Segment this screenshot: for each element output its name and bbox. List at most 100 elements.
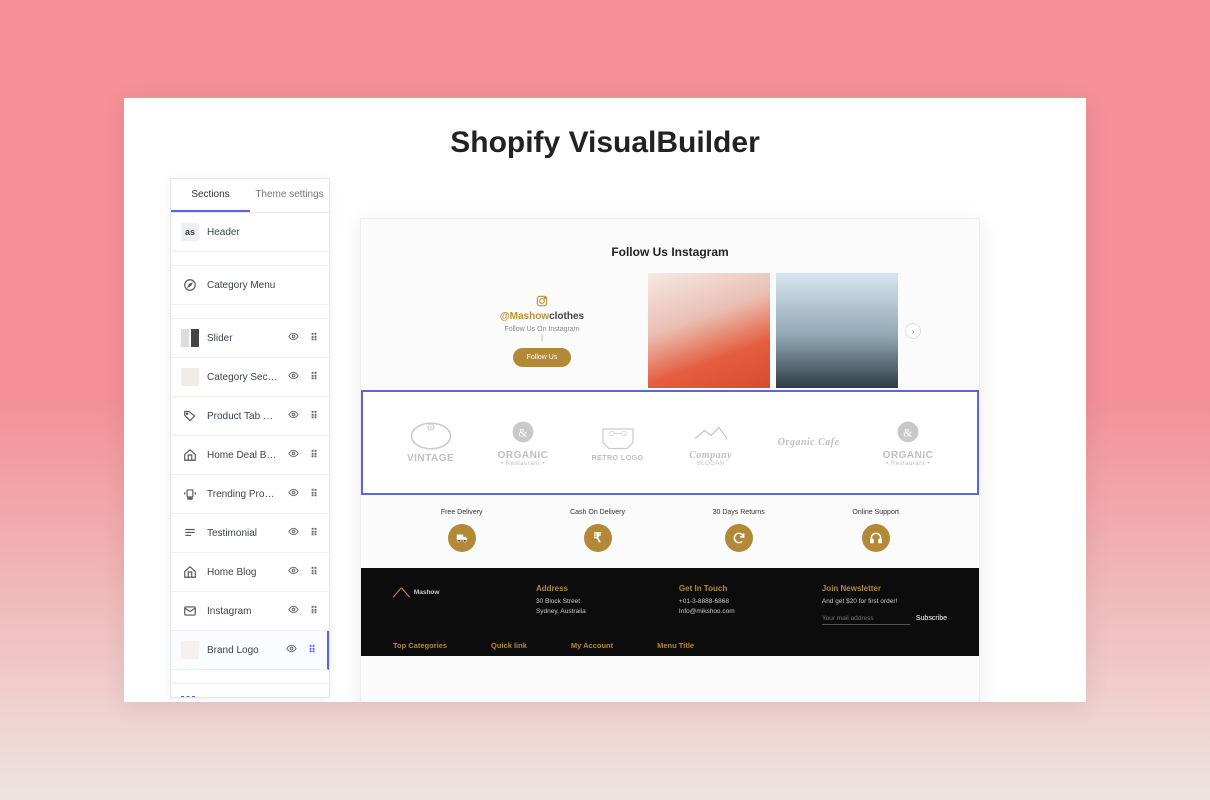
section-brand-logo[interactable]: Brand Logo ⠿ (171, 631, 329, 670)
instagram-cta: @Mashowclothes Follow Us On Instagram | … (442, 294, 642, 367)
brand-logo: ⟋⟍ Mashow (393, 584, 496, 602)
brand-sub: SLOGAN (697, 461, 725, 467)
eye-icon[interactable] (287, 370, 299, 384)
drag-handle-icon[interactable]: ⠿ (307, 372, 319, 383)
preview-wrap: Follow Us Instagram @Mashowclothes Follo… (360, 178, 1074, 692)
section-label: Category Section (207, 372, 279, 383)
section-list: as Header Category Menu Slider ⠿ (171, 213, 329, 698)
tab-theme-settings[interactable]: Theme settings (250, 179, 329, 212)
section-category-menu[interactable]: Category Menu (171, 266, 329, 305)
brand-name: Company (687, 450, 735, 461)
eye-icon[interactable] (287, 604, 299, 618)
section-header[interactable]: as Header (171, 213, 329, 252)
truck-icon (448, 524, 476, 552)
footer-newsletter-col: Join Newsletter And get $20 for first or… (822, 584, 947, 625)
headphones-icon (862, 524, 890, 552)
mail-icon (181, 602, 199, 620)
section-home-deal-banner[interactable]: Home Deal Ban... ⠿ (171, 436, 329, 475)
brand-logo-4: Company SLOGAN (687, 418, 735, 467)
footer-row-2: Top Categories Quick link My Account Men… (393, 641, 947, 650)
brand-name: VINTAGE (407, 453, 455, 464)
follow-button[interactable]: Follow Us (513, 348, 572, 367)
tab-sections[interactable]: Sections (171, 179, 250, 212)
section-label: Product Tab Slider (207, 411, 279, 422)
home-icon (181, 563, 199, 581)
drag-handle-icon[interactable]: ⠿ (307, 333, 319, 344)
divider (171, 305, 329, 319)
drag-handle-icon[interactable]: ⠿ (307, 411, 319, 422)
contact-phone: +01-3-8888-6868 (679, 597, 782, 607)
feature-cod: Cash On Delivery ₹ (570, 509, 625, 552)
section-label: Trending Produc... (207, 489, 279, 500)
footer-link-menu-title[interactable]: Menu Title (657, 641, 694, 650)
category-thumb-icon (181, 368, 199, 386)
brand-name: Organic Cafe (778, 437, 840, 448)
eye-icon[interactable] (287, 331, 299, 345)
home-icon (181, 446, 199, 464)
instagram-photo-2[interactable] (776, 273, 898, 388)
section-label: Slider (207, 333, 279, 344)
add-section-button[interactable]: + Add section (171, 684, 329, 698)
instagram-section-title: Follow Us Instagram (361, 219, 979, 273)
address-title: Address (536, 584, 639, 593)
carousel-next-button[interactable]: › (905, 323, 921, 339)
subscribe-button[interactable]: Subscribe (916, 613, 947, 625)
instagram-subtext: Follow Us On Instagram (442, 326, 642, 333)
eye-icon[interactable] (287, 487, 299, 501)
preview-frame: Follow Us Instagram @Mashowclothes Follo… (360, 218, 980, 702)
section-label: Home Blog (207, 567, 279, 578)
section-testimonial[interactable]: Testimonial ⠿ (171, 514, 329, 553)
brand-logo-strip[interactable]: VINTAGE & ORGANIC • Restaurant • RETRO L… (361, 390, 979, 495)
brand-sub: • Restaurant • (886, 461, 930, 467)
feature-label: 30 Days Returns (713, 509, 765, 516)
footer-link-top-categories[interactable]: Top Categories (393, 641, 447, 650)
address-line-1: 30 Block Street (536, 597, 639, 607)
eye-icon[interactable] (287, 565, 299, 579)
feature-support: Online Support (852, 509, 899, 552)
section-slider[interactable]: Slider ⠿ (171, 319, 329, 358)
eye-icon[interactable] (285, 643, 297, 657)
divider (171, 670, 329, 684)
drag-handle-icon[interactable]: ⠿ (307, 606, 319, 617)
section-label: Testimonial (207, 528, 279, 539)
email-field[interactable] (822, 613, 910, 625)
features-row: Free Delivery Cash On Delivery ₹ 30 Days… (361, 495, 979, 568)
plus-icon: + (181, 696, 195, 698)
feature-label: Cash On Delivery (570, 509, 625, 516)
footer-link-quick-link[interactable]: Quick link (491, 641, 527, 650)
instagram-handle: @Mashowclothes (442, 311, 642, 322)
newsletter-title: Join Newsletter (822, 584, 947, 593)
section-home-blog[interactable]: Home Blog ⠿ (171, 553, 329, 592)
tag-icon (181, 407, 199, 425)
drag-handle-icon[interactable]: ⠿ (307, 450, 319, 461)
carousel-icon (181, 485, 199, 503)
drag-handle-icon[interactable]: ⠿ (307, 567, 319, 578)
section-label: Brand Logo (207, 645, 277, 656)
brand-logo-6: & ORGANIC • Restaurant • (883, 418, 934, 467)
footer-brand-col: ⟋⟍ Mashow (393, 584, 496, 625)
rupee-icon: ₹ (584, 524, 612, 552)
drag-handle-icon[interactable]: ⠿ (307, 489, 319, 500)
feature-label: Online Support (852, 509, 899, 516)
refresh-icon (725, 524, 753, 552)
footer-link-my-account[interactable]: My Account (571, 641, 613, 650)
brand-name: RETRO LOGO (591, 455, 643, 462)
brand-logo-1: VINTAGE (407, 421, 455, 464)
instagram-photo-1[interactable] (648, 273, 770, 388)
section-product-tab-slider[interactable]: Product Tab Slider ⠿ (171, 397, 329, 436)
instagram-row: @Mashowclothes Follow Us On Instagram | … (361, 273, 979, 388)
eye-icon[interactable] (287, 409, 299, 423)
section-category-section[interactable]: Category Section ⠿ (171, 358, 329, 397)
eye-icon[interactable] (287, 448, 299, 462)
slider-thumb-icon (181, 329, 199, 347)
eye-icon[interactable] (287, 526, 299, 540)
add-section-label: Add section (203, 698, 255, 699)
brand-logo-thumb-icon (181, 641, 199, 659)
drag-handle-icon[interactable]: ⠿ (307, 528, 319, 539)
content-row: Sections Theme settings as Header Catego… (124, 178, 1086, 692)
drag-handle-icon[interactable]: ⠿ (305, 645, 317, 656)
footer-contact-col: Get In Touch +01-3-8888-6868 Info@miksho… (679, 584, 782, 625)
section-trending-products[interactable]: Trending Produc... ⠿ (171, 475, 329, 514)
section-label: Header (207, 227, 319, 238)
section-instagram[interactable]: Instagram ⠿ (171, 592, 329, 631)
